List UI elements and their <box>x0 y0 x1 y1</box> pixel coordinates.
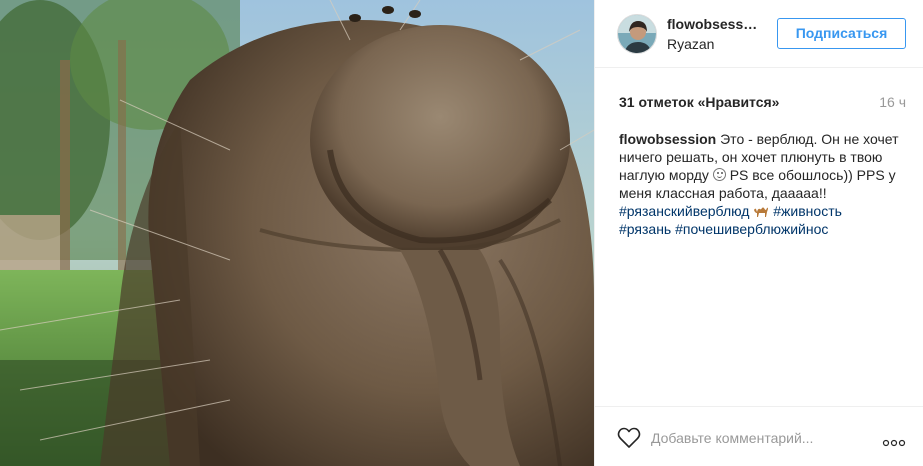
hashtag-link[interactable]: #рязанскийверблюд <box>619 203 749 219</box>
more-options-icon[interactable] <box>882 434 906 447</box>
instagram-post: flowobsession Ryazan Подписаться 31 отме… <box>0 0 923 466</box>
username-link[interactable]: flowobsession <box>667 16 759 32</box>
post-timestamp[interactable]: 16 ч <box>879 94 906 110</box>
post-header: flowobsession Ryazan Подписаться <box>595 0 923 68</box>
camel-closeup-photo <box>0 0 594 466</box>
post-photo[interactable] <box>0 0 594 466</box>
hashtag-link[interactable]: #живность <box>773 203 842 219</box>
comment-input[interactable] <box>651 427 851 449</box>
caption-author-link[interactable]: flowobsession <box>619 131 716 147</box>
hashtag-link[interactable]: #почешиверблюжийнос <box>675 221 828 237</box>
post-footer <box>595 406 923 466</box>
user-avatar-icon[interactable] <box>617 14 657 54</box>
camel-emoji-icon <box>754 207 769 217</box>
post-caption: flowobsession Это - верблюд. Он не хочет… <box>619 130 911 238</box>
location-link[interactable]: Ryazan <box>667 36 714 52</box>
hashtag-link[interactable]: #рязань <box>619 221 671 237</box>
smile-emoji-icon <box>712 168 726 181</box>
likes-row: 31 отметок «Нравится» 16 ч <box>619 94 906 112</box>
likes-count[interactable]: 31 отметок «Нравится» <box>619 94 779 110</box>
follow-button[interactable]: Подписаться <box>777 18 906 49</box>
post-info-panel: flowobsession Ryazan Подписаться 31 отме… <box>594 0 923 466</box>
heart-icon[interactable] <box>617 427 641 449</box>
